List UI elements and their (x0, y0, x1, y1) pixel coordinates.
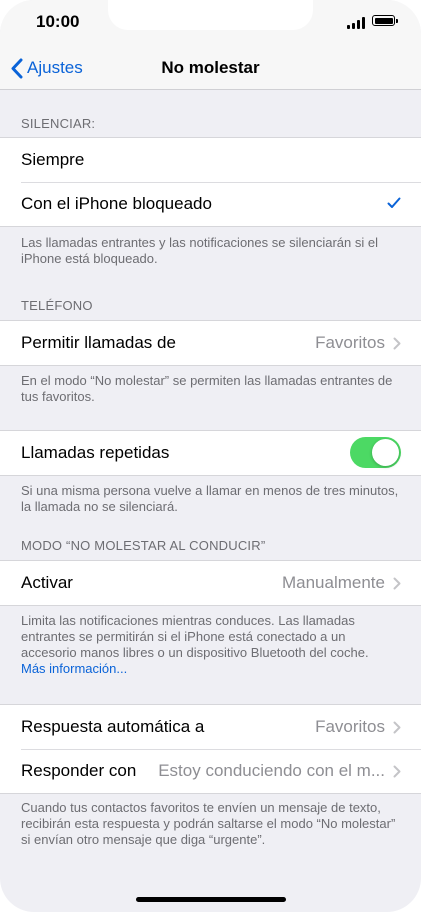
allow-calls-from-label: Permitir llamadas de (21, 333, 176, 352)
silence-options-group: Siempre Con el iPhone bloqueado (0, 137, 421, 227)
option-always-label: Siempre (21, 150, 85, 169)
activate-label: Activar (21, 573, 73, 592)
chevron-right-icon (393, 721, 401, 733)
repeated-calls-group: Llamadas repetidas (0, 430, 421, 476)
phone-footer: En el modo “No molestar” se permiten las… (21, 373, 393, 404)
more-info-link[interactable]: Más información... (21, 661, 127, 676)
silence-footer: Las llamadas entrantes y las notificacio… (21, 235, 378, 266)
auto-reply-to-label: Respuesta automática a (21, 717, 205, 736)
repeated-calls-toggle[interactable] (350, 437, 401, 468)
option-always[interactable]: Siempre (0, 138, 421, 182)
toggle-knob (372, 439, 399, 466)
allow-calls-from-row[interactable]: Permitir llamadas de Favoritos (0, 321, 421, 365)
cellular-signal-icon (347, 17, 367, 29)
reply-with-value: Estoy conduciendo con el m... (158, 761, 385, 780)
chevron-right-icon (393, 765, 401, 777)
phone-section-header: TELÉFONO (21, 298, 93, 313)
checkmark-icon (387, 197, 401, 208)
repeated-calls-footer: Si una misma persona vuelve a llamar en … (21, 483, 399, 514)
reply-with-row[interactable]: Responder con Estoy conduciendo con el m… (0, 749, 421, 793)
home-indicator[interactable] (136, 897, 286, 902)
auto-reply-to-value: Favoritos (315, 717, 385, 736)
driving-section-header: MODO “NO MOLESTAR AL CONDUCIR” (21, 538, 266, 553)
silence-section-header: SILENCIAR: (21, 116, 96, 131)
auto-reply-footer: Cuando tus contactos favoritos te envíen… (21, 800, 396, 847)
navigation-bar: 10:00 Ajustes No molestar (0, 0, 421, 90)
page-title: No molestar (161, 58, 260, 77)
status-time: 10:00 (36, 12, 80, 31)
auto-reply-to-row[interactable]: Respuesta automática a Favoritos (0, 705, 421, 749)
activate-row[interactable]: Activar Manualmente (0, 561, 421, 605)
driving-footer: Limita las notificaciones mientras condu… (21, 613, 401, 677)
option-when-locked-label: Con el iPhone bloqueado (21, 194, 212, 213)
auto-reply-group: Respuesta automática a Favoritos Respond… (0, 704, 421, 794)
repeated-calls-row: Llamadas repetidas (0, 431, 421, 475)
driving-group: Activar Manualmente (0, 560, 421, 606)
chevron-right-icon (393, 337, 401, 349)
activate-value: Manualmente (281, 573, 385, 592)
allow-calls-from-value: Favoritos (315, 333, 385, 352)
driving-footer-text: Limita las notificaciones mientras condu… (21, 613, 369, 660)
option-when-locked[interactable]: Con el iPhone bloqueado (0, 182, 421, 226)
settings-screen: 10:00 Ajustes No molestar SILENCIAR: Sie… (0, 0, 421, 912)
phone-group: Permitir llamadas de Favoritos (0, 320, 421, 366)
notch (108, 0, 313, 30)
repeated-calls-label: Llamadas repetidas (21, 443, 170, 462)
chevron-right-icon (393, 577, 401, 589)
battery-icon (372, 15, 398, 26)
reply-with-label: Responder con (21, 761, 137, 780)
